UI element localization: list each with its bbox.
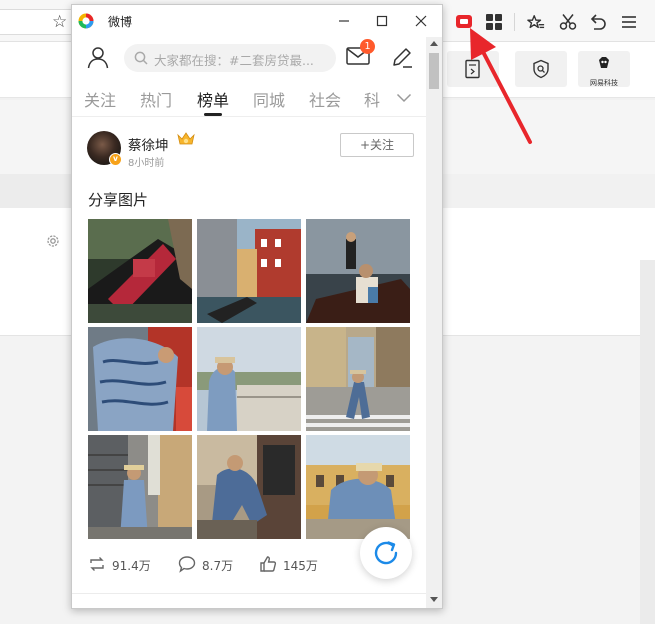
active-tab-indicator — [204, 113, 222, 116]
search-placeholder: 大家都在搜：#二套房贷最... — [154, 53, 314, 68]
comment-icon[interactable] — [178, 555, 196, 573]
photo-5[interactable] — [197, 327, 301, 431]
scrollbar[interactable] — [426, 37, 442, 608]
search-bar[interactable]: 大家都在搜：#二套房贷最... — [124, 44, 336, 72]
photo-7[interactable] — [88, 435, 192, 539]
netease-tech-extension-button[interactable]: 网易科技 — [578, 51, 630, 87]
notification-badge: 1 — [360, 39, 375, 54]
scroll-up-arrow-icon[interactable] — [430, 41, 438, 46]
weibo-window: 微博 大家都在搜：#二套房贷最... 1 关注 热门 榜单 同城 社会 科 v … — [71, 4, 443, 609]
channel-tabs: 关注 热门 榜单 同城 社会 科 — [72, 81, 426, 117]
tab-follow[interactable]: 关注 — [84, 87, 116, 111]
minimize-icon[interactable] — [334, 11, 354, 31]
like-count: 145万 — [283, 559, 318, 573]
post-header: v 蔡徐坤 8小时前 +关注 — [72, 127, 426, 171]
post-author[interactable]: 蔡徐坤 — [128, 134, 169, 154]
crown-badge-icon — [177, 132, 195, 145]
photo-9[interactable] — [306, 435, 410, 539]
compose-icon[interactable] — [390, 45, 414, 69]
scissors-icon[interactable] — [559, 13, 577, 31]
photo-2[interactable] — [197, 219, 301, 323]
verified-badge-icon: v — [109, 153, 122, 166]
document-icon — [465, 59, 480, 79]
photo-8[interactable] — [197, 435, 301, 539]
maximize-icon[interactable] — [372, 11, 392, 31]
menu-icon[interactable] — [620, 13, 638, 31]
refresh-button[interactable] — [360, 527, 412, 579]
comment-count: 8.7万 — [202, 559, 234, 573]
like-icon[interactable] — [259, 555, 277, 573]
apps-grid-icon[interactable] — [485, 13, 503, 31]
close-icon[interactable] — [411, 11, 431, 31]
scroll-down-arrow-icon[interactable] — [430, 597, 438, 602]
screenshot-extension-icon[interactable] — [455, 13, 473, 31]
refresh-icon — [374, 541, 398, 565]
photo-4[interactable] — [88, 327, 192, 431]
shield-icon — [533, 59, 549, 79]
tab-tech[interactable]: 科 — [364, 87, 380, 111]
undo-icon[interactable] — [589, 13, 607, 31]
reader-extension-button[interactable] — [447, 51, 499, 87]
tab-local[interactable]: 同城 — [253, 87, 285, 111]
weibo-logo-icon — [78, 13, 94, 29]
photo-6[interactable] — [306, 327, 410, 431]
photo-grid — [88, 219, 410, 539]
repost-count: 91.4万 — [112, 559, 151, 573]
favorites-icon[interactable] — [527, 13, 545, 31]
post-time: 8小时前 — [128, 158, 165, 169]
bookmark-star-icon[interactable]: ☆ — [52, 12, 67, 32]
gear-icon[interactable] — [45, 233, 61, 249]
tab-ranking[interactable]: 榜单 — [197, 87, 229, 111]
photo-1[interactable] — [88, 219, 192, 323]
repost-icon[interactable] — [88, 555, 106, 573]
follow-button[interactable]: +关注 — [340, 133, 414, 157]
window-titlebar[interactable]: 微博 — [72, 5, 442, 37]
window-title: 微博 — [108, 15, 133, 29]
search-icon — [134, 51, 148, 65]
top-bar: 大家都在搜：#二套房贷最... 1 — [72, 37, 426, 79]
user-profile-icon[interactable] — [86, 45, 110, 69]
photo-3[interactable] — [306, 219, 410, 323]
post-text: 分享图片 — [88, 191, 149, 209]
tab-hot[interactable]: 热门 — [140, 87, 172, 111]
scroll-thumb[interactable] — [429, 53, 439, 89]
security-extension-button[interactable] — [515, 51, 567, 87]
extension-label: 网易科技 — [590, 79, 618, 87]
chevron-down-icon[interactable] — [396, 93, 412, 103]
netease-logo-icon — [599, 57, 609, 68]
weibo-feed: 大家都在搜：#二套房贷最... 1 关注 热门 榜单 同城 社会 科 v 蔡徐坤… — [72, 37, 426, 608]
tab-society[interactable]: 社会 — [309, 87, 341, 111]
